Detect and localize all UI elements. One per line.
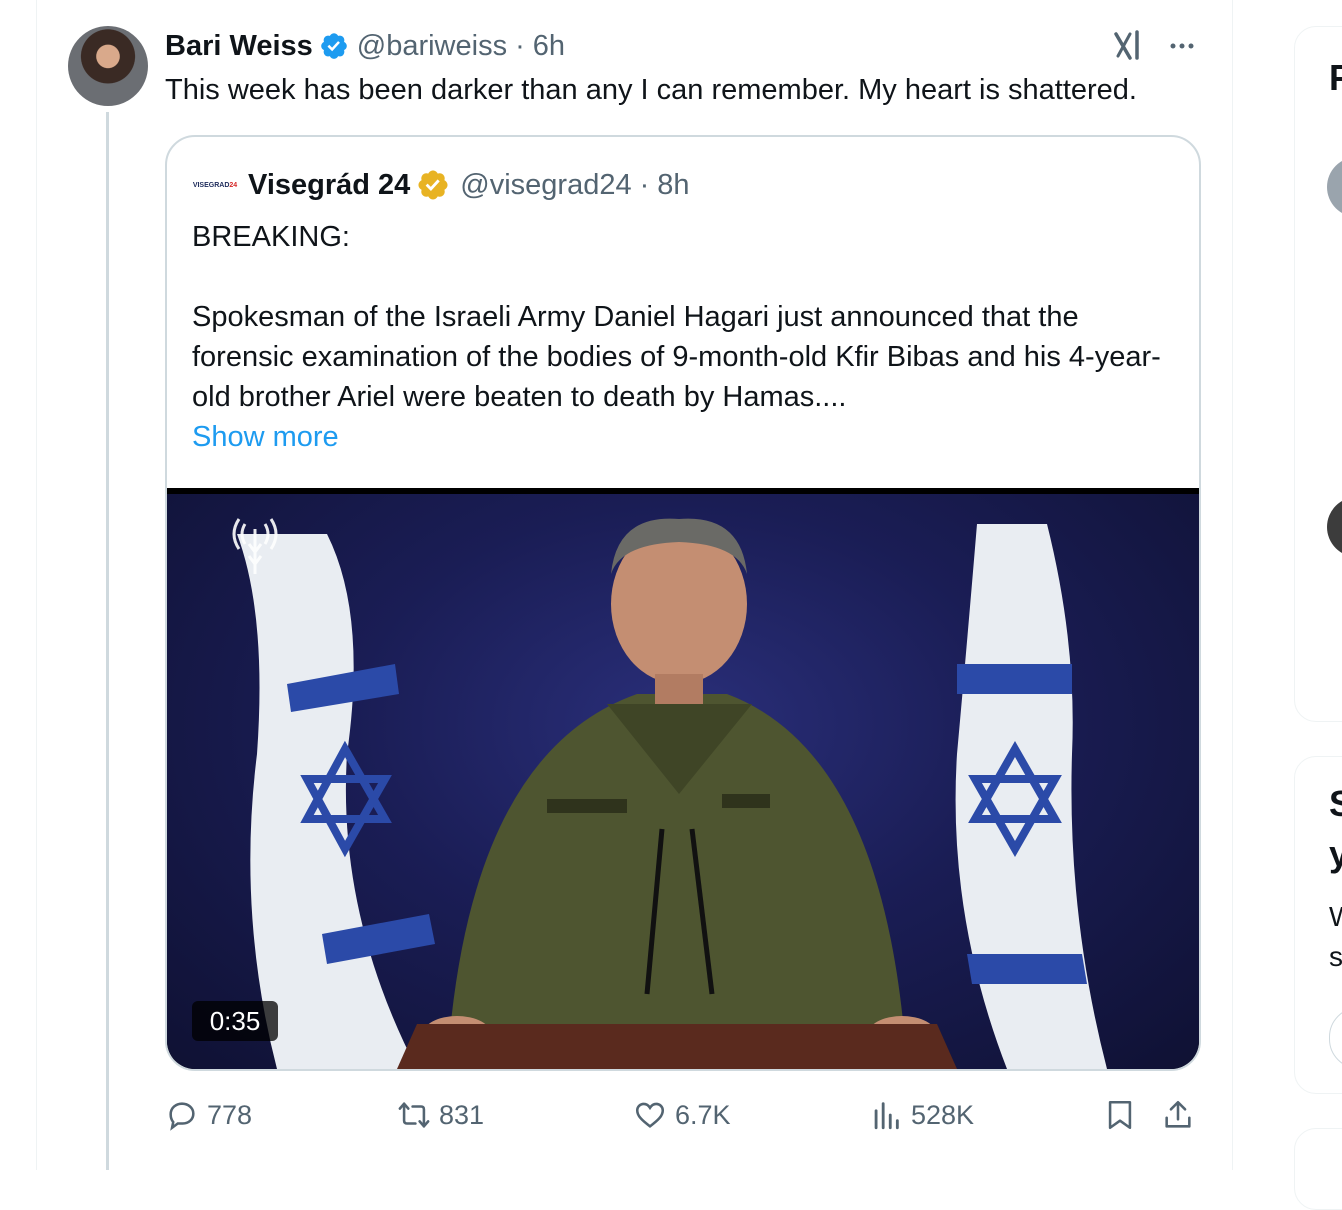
author-name[interactable]: Bari Weiss <box>165 30 313 63</box>
right-sidebar-card-1: F <box>1294 26 1342 722</box>
views-button[interactable]: 528K <box>869 1092 974 1138</box>
quoted-tweet-header: VISEGRAD 24 Visegrád 24 @visegrad24 · 8h <box>192 162 690 208</box>
bookmark-icon <box>1108 1100 1132 1130</box>
like-button[interactable]: 6.7K <box>633 1092 731 1138</box>
reply-icon <box>169 1102 195 1131</box>
suggested-user-avatar-2[interactable] <box>1327 497 1342 557</box>
verified-badge-icon[interactable] <box>319 31 349 61</box>
video-frame <box>167 494 1199 1069</box>
share-button[interactable] <box>1161 1092 1203 1138</box>
views-count: 528K <box>911 1099 975 1130</box>
right-sidebar-card-2: S y W s <box>1294 756 1342 1094</box>
video-duration-badge: 0:35 <box>192 1001 278 1041</box>
card2-body-line1: W <box>1329 901 1342 933</box>
share-icon <box>1165 1100 1191 1128</box>
tweet-text: This week has been darker than any I can… <box>165 74 1137 106</box>
bookmark-button[interactable] <box>1103 1092 1145 1138</box>
grok-icon[interactable] <box>1110 28 1146 64</box>
repost-button[interactable]: 831 <box>397 1092 484 1138</box>
thread-connector-line <box>106 112 109 1170</box>
card2-action-button[interactable] <box>1329 1007 1342 1069</box>
card2-body-line2: s <box>1329 941 1342 972</box>
right-sidebar-card-3 <box>1294 1128 1342 1210</box>
tweet-time[interactable]: 6h <box>533 30 565 63</box>
video-player[interactable]: 0:35 <box>167 488 1199 1069</box>
quoted-author-handle[interactable]: @visegrad24 <box>460 169 631 202</box>
like-icon <box>635 1102 665 1128</box>
suggested-user-avatar-1[interactable] <box>1327 157 1342 217</box>
quoted-tweet-card[interactable]: VISEGRAD 24 Visegrád 24 @visegrad24 · 8h … <box>165 135 1201 1071</box>
tweet-header: Bari Weiss @bariweiss · 6h <box>165 26 565 66</box>
card2-title-line2: y <box>1329 833 1342 874</box>
author-handle[interactable]: @bariweiss <box>357 30 507 63</box>
card1-title: F <box>1329 57 1342 98</box>
header-separator: · <box>515 29 525 62</box>
quoted-tweet-time[interactable]: 8h <box>657 169 689 202</box>
card2-title-line1: S <box>1329 783 1342 824</box>
gold-verified-badge-icon[interactable] <box>416 168 450 202</box>
quoted-author-name[interactable]: Visegrád 24 <box>248 169 410 202</box>
reply-count: 778 <box>207 1099 253 1130</box>
like-count: 6.7K <box>675 1099 731 1130</box>
repost-icon <box>398 1102 430 1128</box>
show-more-link[interactable]: Show more <box>192 417 1182 457</box>
quoted-breaking-line: BREAKING: <box>192 221 350 253</box>
quoted-paragraph: Spokesman of the Israeli Army Daniel Hag… <box>192 301 1161 413</box>
views-icon <box>874 1102 899 1130</box>
right-column-border <box>1232 0 1233 1170</box>
author-avatar[interactable] <box>68 26 148 106</box>
more-icon[interactable] <box>1166 30 1198 62</box>
quoted-tweet-body: BREAKING: Spokesman of the Israeli Army … <box>192 217 1182 457</box>
reply-button[interactable]: 778 <box>165 1092 252 1138</box>
left-column-border <box>36 0 37 1170</box>
tweet-actions-bar: 778 831 6.7K 528K <box>165 1092 1200 1138</box>
quoted-header-separator: · <box>639 168 650 201</box>
repost-count: 831 <box>439 1099 485 1130</box>
quoted-author-avatar[interactable]: VISEGRAD 24 <box>192 162 238 208</box>
